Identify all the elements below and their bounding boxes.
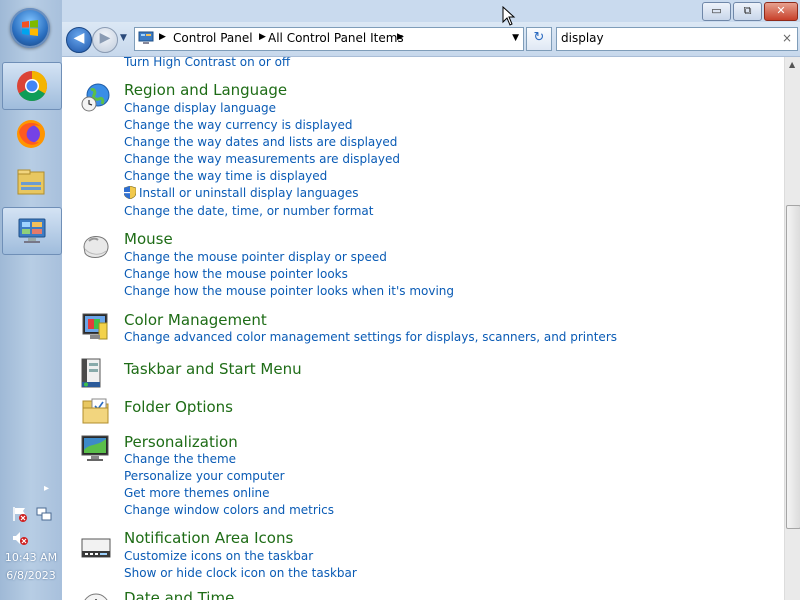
category-notification-area-icons[interactable]: Notification Area Icons <box>124 529 293 547</box>
action-center-flag-icon[interactable] <box>11 505 29 523</box>
taskbar-chrome-button[interactable] <box>2 62 62 110</box>
category-personalization[interactable]: Personalization <box>124 433 238 451</box>
clock-time[interactable]: 10:43 AM <box>0 551 62 564</box>
link-window-colors-metrics[interactable]: Change window colors and metrics <box>124 503 334 517</box>
mouse-icon[interactable] <box>80 231 112 263</box>
refresh-icon: ↻ <box>533 30 545 45</box>
color-management-icon[interactable] <box>80 311 112 343</box>
link-dates-lists[interactable]: Change the way dates and lists are displ… <box>124 135 397 149</box>
file-explorer-icon <box>17 169 45 195</box>
globe-clock-icon[interactable] <box>80 82 112 114</box>
control-panel-small-icon <box>138 31 154 44</box>
search-input[interactable] <box>561 30 771 46</box>
link-date-time-number-format[interactable]: Change the date, time, or number format <box>124 204 373 218</box>
mouse-pointer-icon <box>502 6 516 26</box>
category-date-and-time[interactable]: Date and Time <box>124 589 234 600</box>
date-time-icon[interactable] <box>80 591 112 600</box>
firefox-icon <box>17 120 45 148</box>
personalization-icon[interactable] <box>80 433 112 465</box>
refresh-button[interactable]: ↻ <box>526 27 552 51</box>
link-time-format[interactable]: Change the way time is displayed <box>124 169 327 183</box>
forward-button[interactable]: ▶ <box>92 27 118 53</box>
link-mouse-pointer-speed[interactable]: Change the mouse pointer display or spee… <box>124 250 387 264</box>
link-mouse-pointer-looks[interactable]: Change how the mouse pointer looks <box>124 267 348 281</box>
minimize-button[interactable]: ▭ <box>702 2 731 21</box>
taskbar-firefox-button[interactable] <box>2 111 60 157</box>
control-panel-icon <box>18 218 46 243</box>
link-get-more-themes[interactable]: Get more themes online <box>124 486 270 500</box>
search-box[interactable]: × <box>556 27 798 51</box>
chrome-icon <box>17 71 48 102</box>
link-currency[interactable]: Change the way currency is displayed <box>124 118 352 132</box>
breadcrumb-all-items[interactable]: All Control Panel Items <box>268 31 404 45</box>
breadcrumb-arrow-icon[interactable]: ▶ <box>159 32 166 42</box>
breadcrumb-control-panel[interactable]: Control Panel <box>173 31 253 45</box>
minimize-icon: ▭ <box>711 4 722 17</box>
link-install-display-languages-label: Install or uninstall display languages <box>139 186 359 200</box>
link-change-theme[interactable]: Change the theme <box>124 452 236 466</box>
category-taskbar-and-start-menu[interactable]: Taskbar and Start Menu <box>124 360 302 378</box>
address-bar[interactable]: ▶ Control Panel ▶ All Control Panel Item… <box>134 27 524 51</box>
link-change-display-language[interactable]: Change display language <box>124 101 276 115</box>
back-button[interactable]: ◀ <box>66 27 92 53</box>
link-advanced-color-management[interactable]: Change advanced color management setting… <box>124 330 617 344</box>
taskbar-explorer-button[interactable] <box>2 159 60 205</box>
start-button[interactable] <box>10 8 50 48</box>
link-personalize-computer[interactable]: Personalize your computer <box>124 469 285 483</box>
network-icon[interactable] <box>35 505 53 523</box>
maximize-button[interactable]: ⧉ <box>733 2 762 21</box>
link-measurements[interactable]: Change the way measurements are displaye… <box>124 152 400 166</box>
recent-pages-dropdown-icon[interactable]: ▼ <box>120 33 127 43</box>
close-icon: ✕ <box>776 4 786 17</box>
notification-area-icon[interactable] <box>80 531 112 563</box>
folder-options-icon[interactable] <box>80 395 112 427</box>
scroll-up-icon: ▲ <box>789 60 796 69</box>
clock-date[interactable]: 6/8/2023 <box>0 569 62 582</box>
link-customize-taskbar-icons[interactable]: Customize icons on the taskbar <box>124 549 313 563</box>
volume-muted-icon[interactable] <box>11 529 29 547</box>
category-mouse[interactable]: Mouse <box>124 230 173 248</box>
category-color-management[interactable]: Color Management <box>124 311 267 329</box>
clear-search-icon[interactable]: × <box>782 31 792 45</box>
breadcrumb-arrow-icon[interactable]: ▶ <box>259 32 266 42</box>
scroll-up-button[interactable]: ▲ <box>785 57 800 73</box>
forward-arrow-icon: ▶ <box>99 30 111 46</box>
back-arrow-icon: ◀ <box>73 30 85 46</box>
close-button[interactable]: ✕ <box>764 2 798 21</box>
category-folder-options[interactable]: Folder Options <box>124 398 233 416</box>
taskbar-control-panel-button[interactable] <box>2 207 62 255</box>
uac-shield-icon <box>124 186 136 199</box>
link-mouse-pointer-moving[interactable]: Change how the mouse pointer looks when … <box>124 284 454 298</box>
taskbar: ▸ 10:43 AM 6/8/2023 <box>0 0 63 600</box>
restore-icon: ⧉ <box>743 4 752 17</box>
link-show-hide-clock[interactable]: Show or hide clock icon on the taskbar <box>124 566 357 580</box>
link-install-display-languages[interactable]: Install or uninstall display languages <box>124 186 359 200</box>
high-contrast-link[interactable]: Turn High Contrast on or off <box>124 57 290 69</box>
windows-logo-icon <box>22 20 38 36</box>
scrollbar-thumb[interactable] <box>786 205 800 529</box>
control-panel-results: Turn High Contrast on or off Region and … <box>62 57 784 600</box>
vertical-scrollbar[interactable]: ▲ <box>784 57 800 600</box>
breadcrumb-arrow-icon[interactable]: ▶ <box>397 32 404 42</box>
window-titlebar[interactable]: ▭ ⧉ ✕ <box>62 0 800 22</box>
navigation-bar: ◀ ▶ ▼ ▶ Control Panel ▶ All Control Pane… <box>62 22 800 57</box>
category-region-and-language[interactable]: Region and Language <box>124 81 287 99</box>
show-hidden-icons-button[interactable]: ▸ <box>44 483 49 494</box>
taskbar-icon[interactable] <box>80 357 112 389</box>
address-dropdown-icon[interactable]: ▼ <box>512 33 519 43</box>
